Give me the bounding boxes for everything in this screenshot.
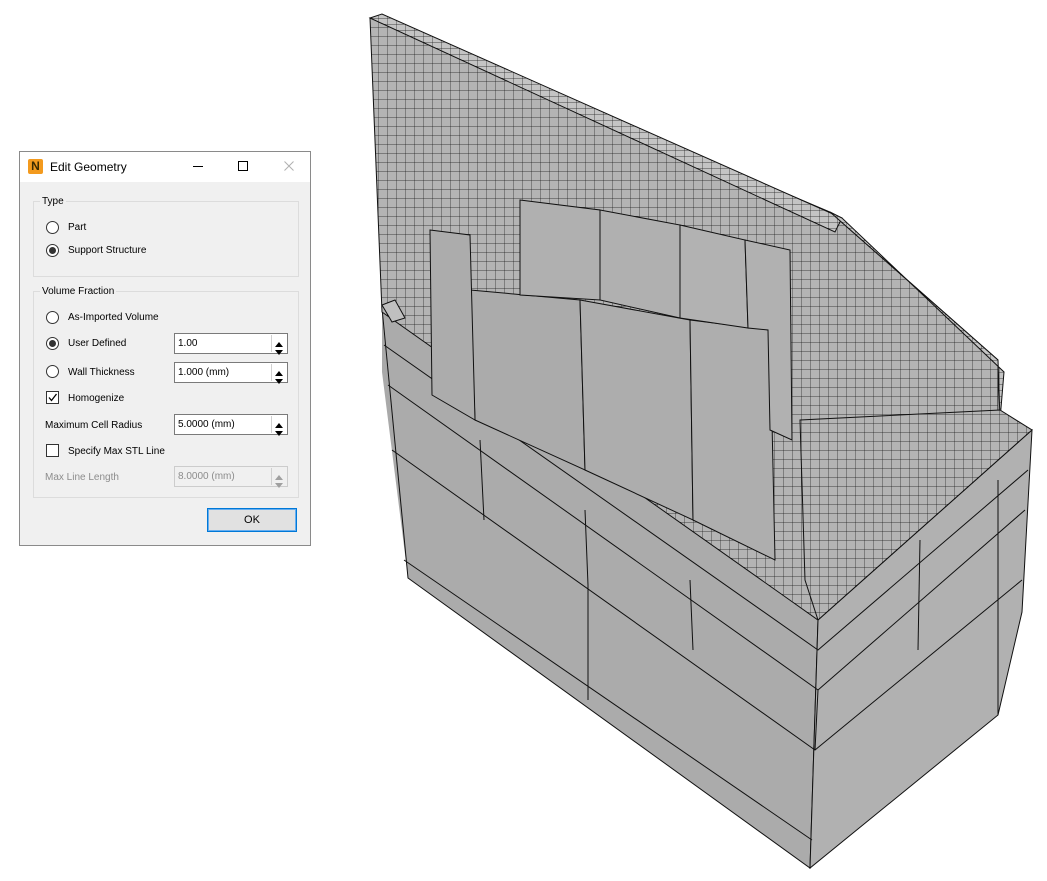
wall-thickness-label: Wall Thickness	[68, 367, 135, 378]
wall-thickness-input[interactable]	[175, 363, 274, 382]
ok-button[interactable]: OK	[207, 508, 297, 532]
homogenize-checkbox[interactable]	[46, 391, 59, 404]
title-bar[interactable]: N Edit Geometry	[20, 152, 310, 182]
max-cell-radius-spinbox	[174, 414, 288, 436]
checkmark-icon	[48, 393, 58, 402]
max-line-length-spinbox	[174, 466, 288, 488]
spin-down-arrow-icon[interactable]	[272, 425, 286, 436]
edit-geometry-dialog: N Edit Geometry Type Part Support Struct…	[19, 151, 311, 546]
wall-thickness-spin-buttons	[271, 364, 286, 384]
support-structure-label: Support Structure	[68, 245, 147, 256]
part-radio[interactable]	[46, 221, 59, 234]
max-line-length-input	[175, 467, 274, 486]
part-label: Part	[68, 222, 87, 233]
maximize-icon[interactable]	[235, 158, 251, 174]
max-cell-radius-label: Maximum Cell Radius	[45, 420, 143, 431]
type-group-legend: Type	[42, 196, 64, 207]
app-logo-icon: N	[28, 159, 43, 174]
specify-max-stl-label: Specify Max STL Line	[68, 446, 165, 457]
spin-down-arrow-icon[interactable]	[272, 344, 286, 355]
volume-fraction-legend: Volume Fraction	[42, 286, 115, 297]
spin-down-arrow-icon	[272, 477, 286, 488]
wall-thickness-radio[interactable]	[46, 365, 59, 378]
user-defined-radio[interactable]	[46, 337, 59, 350]
homogenize-label: Homogenize	[68, 393, 125, 404]
as-imported-volume-label: As-Imported Volume	[68, 312, 159, 323]
specify-max-stl-checkbox[interactable]	[46, 444, 59, 457]
wall-thickness-spinbox	[174, 362, 288, 384]
max-cell-radius-input[interactable]	[175, 415, 274, 434]
max-line-length-label: Max Line Length	[45, 472, 119, 483]
support-structure-radio[interactable]	[46, 244, 59, 257]
close-icon[interactable]	[281, 158, 297, 174]
spin-up-arrow-icon	[272, 468, 286, 480]
spin-up-arrow-icon[interactable]	[272, 364, 286, 376]
minimize-icon[interactable]	[190, 158, 206, 174]
dialog-title: Edit Geometry	[50, 160, 127, 174]
type-group: Type	[33, 196, 299, 277]
user-defined-input[interactable]	[175, 334, 274, 353]
user-defined-label: User Defined	[68, 338, 127, 349]
max-cell-radius-spin-buttons	[271, 416, 286, 436]
user-defined-spinbox	[174, 333, 288, 355]
user-defined-spin-buttons	[271, 335, 286, 355]
spin-down-arrow-icon[interactable]	[272, 373, 286, 384]
spin-up-arrow-icon[interactable]	[272, 416, 286, 428]
as-imported-volume-radio[interactable]	[46, 311, 59, 324]
max-line-length-spin-buttons	[271, 468, 286, 488]
spin-up-arrow-icon[interactable]	[272, 335, 286, 347]
